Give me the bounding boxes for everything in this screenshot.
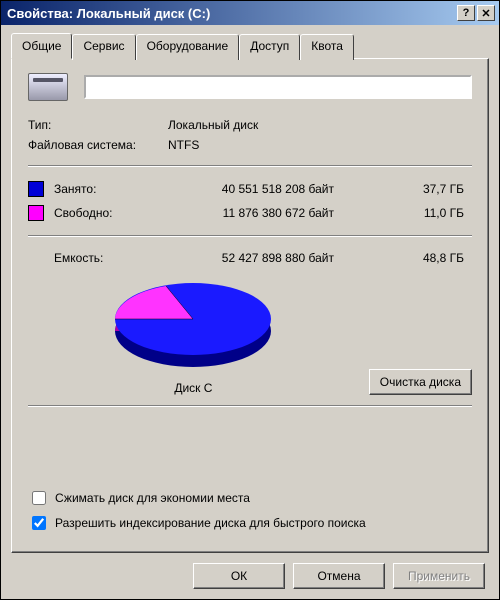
compress-checkbox-row[interactable]: Сжимать диск для экономии места (28, 488, 472, 508)
free-bytes: 11 876 380 672 байт (164, 206, 334, 220)
divider (28, 235, 472, 237)
divider (28, 405, 472, 407)
drive-icon (28, 73, 68, 101)
free-label: Свободно: (54, 206, 164, 220)
dialog-footer: ОК Отмена Применить (11, 553, 489, 589)
disk-cleanup-button[interactable]: Очистка диска (369, 369, 472, 395)
apply-button[interactable]: Применить (393, 563, 485, 589)
help-button[interactable]: ? (457, 5, 475, 21)
titlebar[interactable]: Свойства: Локальный диск (C:) ? ✕ (1, 1, 499, 25)
capacity-label: Емкость: (54, 251, 164, 265)
tab-quota[interactable]: Квота (300, 34, 354, 60)
type-label: Тип: (28, 118, 168, 132)
index-checkbox-row[interactable]: Разрешить индексирование диска для быстр… (28, 513, 472, 533)
usage-pie-chart (108, 275, 278, 375)
tabstrip: Общие Сервис Оборудование Доступ Квота (11, 33, 489, 59)
tab-general[interactable]: Общие (11, 33, 72, 59)
used-bytes: 40 551 518 208 байт (164, 182, 334, 196)
window-title: Свойства: Локальный диск (C:) (7, 6, 455, 21)
used-label: Занято: (54, 182, 164, 196)
used-swatch (28, 181, 44, 197)
capacity-bytes: 52 427 898 880 байт (164, 251, 334, 265)
tab-sharing[interactable]: Доступ (239, 34, 300, 60)
tab-hardware[interactable]: Оборудование (136, 34, 240, 60)
pie-caption: Диск C (174, 381, 212, 395)
properties-window: Свойства: Локальный диск (C:) ? ✕ Общие … (0, 0, 500, 600)
fs-value: NTFS (168, 138, 199, 152)
content-area: Общие Сервис Оборудование Доступ Квота Т… (1, 25, 499, 599)
index-label: Разрешить индексирование диска для быстр… (55, 516, 366, 530)
compress-checkbox[interactable] (32, 491, 46, 505)
compress-label: Сжимать диск для экономии места (55, 491, 250, 505)
free-gb: 11,0 ГБ (334, 206, 472, 220)
drive-label-input[interactable] (84, 75, 472, 99)
close-button[interactable]: ✕ (477, 5, 495, 21)
capacity-gb: 48,8 ГБ (334, 251, 472, 265)
used-gb: 37,7 ГБ (334, 182, 472, 196)
fs-label: Файловая система: (28, 138, 168, 152)
type-value: Локальный диск (168, 118, 258, 132)
cancel-button[interactable]: Отмена (293, 563, 385, 589)
tab-panel-general: Тип: Локальный диск Файловая система: NT… (11, 58, 489, 553)
free-swatch (28, 205, 44, 221)
tab-tools[interactable]: Сервис (72, 34, 135, 60)
index-checkbox[interactable] (32, 516, 46, 530)
divider (28, 165, 472, 167)
ok-button[interactable]: ОК (193, 563, 285, 589)
